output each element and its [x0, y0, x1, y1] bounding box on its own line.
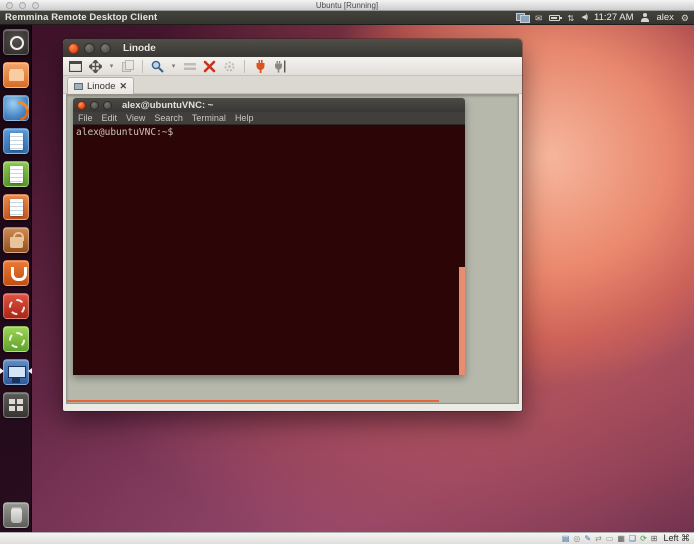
session-gear-icon[interactable]: ⚙ — [681, 13, 689, 23]
clock[interactable]: 11:27 AM — [594, 12, 633, 23]
shell-prompt: alex@ubuntuVNC:~$ — [76, 127, 173, 138]
viewport-artifact-line — [67, 400, 439, 402]
terminal-maximize-button[interactable] — [103, 101, 112, 110]
terminal-titlebar[interactable]: alex@ubuntuVNC: ~ — [73, 98, 465, 112]
host-window-titlebar: Ubuntu [Running] — [0, 0, 694, 11]
remmina-close-button[interactable] — [68, 43, 79, 54]
remote-screens-icon[interactable] — [516, 13, 528, 22]
toolbar-separator — [244, 60, 245, 73]
volume-icon[interactable]: ◀) — [581, 13, 587, 23]
terminal-menubar: File Edit View Search Terminal Help — [73, 112, 465, 125]
focused-indicator-arrow — [28, 368, 32, 374]
terminal-window-title: alex@ubuntuVNC: ~ — [122, 100, 213, 111]
focused-app-title: Remmina Remote Desktop Client — [0, 12, 157, 23]
tools-icon[interactable] — [222, 59, 237, 73]
libreoffice-writer-icon[interactable] — [3, 128, 29, 154]
connection-screen-icon — [74, 83, 83, 90]
toolbar-separator — [142, 60, 143, 73]
menu-terminal[interactable]: Terminal — [192, 113, 226, 123]
remmina-titlebar[interactable]: Linode — [63, 39, 522, 57]
scale-menu-caret[interactable]: ▾ — [108, 59, 115, 73]
libreoffice-impress-icon[interactable] — [3, 194, 29, 220]
remote-desktop-viewport[interactable]: alex@ubuntuVNC: ~ File Edit View Search … — [66, 94, 519, 404]
user-icon[interactable] — [640, 13, 649, 22]
trash-icon[interactable] — [3, 502, 29, 528]
menu-file[interactable]: File — [78, 113, 93, 123]
virtualbox-vm-screen: Ubuntu [Running] Remmina Remote Desktop … — [0, 0, 694, 544]
redraw-artifact — [459, 267, 465, 375]
hdd-icon[interactable]: ▤ — [562, 534, 570, 544]
ubuntu-dash-icon[interactable] — [3, 29, 29, 55]
tab-label: Linode — [87, 81, 116, 92]
menu-search[interactable]: Search — [154, 113, 183, 123]
display-icon[interactable]: ▦ — [617, 534, 625, 544]
system-settings-icon[interactable] — [3, 293, 29, 319]
sync-arrows-icon[interactable]: ⇅ — [567, 13, 574, 23]
mail-icon[interactable]: ✉ — [535, 13, 542, 23]
menu-help[interactable]: Help — [235, 113, 254, 123]
remmina-window: Linode ▾ ▾ — [63, 39, 522, 411]
preferences-icon[interactable] — [202, 59, 217, 73]
username-label[interactable]: alex — [656, 12, 673, 23]
grab-keyboard-icon[interactable] — [120, 59, 135, 73]
fullscreen-icon[interactable] — [68, 59, 83, 73]
virtual-screen-icon[interactable]: ❏ — [629, 534, 636, 544]
features-icon[interactable]: ⟳ — [640, 534, 647, 544]
menu-view[interactable]: View — [126, 113, 145, 123]
cd-icon[interactable]: ◎ — [573, 534, 580, 544]
remmina-window-title: Linode — [123, 43, 156, 54]
battery-icon[interactable] — [549, 15, 560, 21]
zoom-menu-caret[interactable]: ▾ — [170, 59, 177, 73]
home-folder-icon[interactable] — [3, 62, 29, 88]
host-key-label: Left ⌘ — [663, 533, 690, 544]
zoom-icon[interactable] — [150, 59, 165, 73]
mouse-integration-icon[interactable]: ⊞ — [651, 534, 658, 544]
remmina-maximize-button[interactable] — [100, 43, 111, 54]
exit-plug-icon[interactable] — [272, 59, 287, 73]
tab-close-icon[interactable]: ✕ — [120, 81, 128, 92]
network-icon[interactable]: ⇄ — [595, 534, 602, 544]
remmina-launcher-icon[interactable] — [3, 359, 29, 385]
terminal-minimize-button[interactable] — [90, 101, 99, 110]
libreoffice-calc-icon[interactable] — [3, 161, 29, 187]
disconnect-plug-icon[interactable] — [252, 59, 267, 73]
remmina-minimize-button[interactable] — [84, 43, 95, 54]
remote-terminal-window: alex@ubuntuVNC: ~ File Edit View Search … — [73, 98, 465, 375]
menu-edit[interactable]: Edit — [102, 113, 118, 123]
software-center-icon[interactable] — [3, 227, 29, 253]
scale-icon[interactable] — [88, 59, 103, 73]
virtualbox-statusbar: ▤ ◎ ✎ ⇄ ▭ ▦ ❏ ⟳ ⊞ Left ⌘ — [0, 532, 694, 544]
package-manager-icon[interactable] — [3, 326, 29, 352]
terminal-content[interactable]: alex@ubuntuVNC:~$ — [73, 125, 465, 375]
shared-folder-icon[interactable]: ▭ — [606, 534, 614, 544]
firefox-icon[interactable] — [3, 95, 29, 121]
host-window-title: Ubuntu [Running] — [0, 1, 694, 10]
unity-launcher — [0, 25, 32, 532]
usb-icon[interactable]: ✎ — [584, 534, 591, 544]
align-icon[interactable] — [182, 59, 197, 73]
ubuntu-one-icon[interactable] — [3, 260, 29, 286]
terminal-close-button[interactable] — [77, 101, 86, 110]
workspace-switcher-icon[interactable] — [3, 392, 29, 418]
remmina-tab-bar: Linode ✕ — [63, 76, 522, 94]
tab-linode[interactable]: Linode ✕ — [67, 77, 134, 94]
remmina-toolbar: ▾ ▾ — [63, 57, 522, 76]
running-indicator-arrow — [0, 368, 4, 374]
ubuntu-top-panel: Remmina Remote Desktop Client ✉ ⇅ ◀) 11:… — [0, 11, 694, 25]
